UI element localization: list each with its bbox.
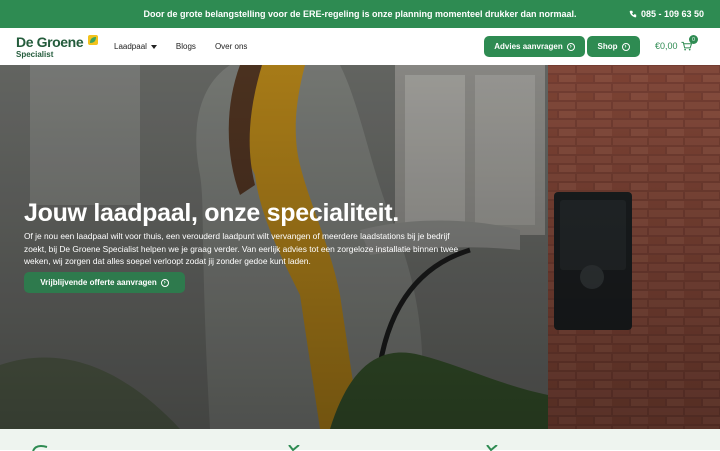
arrow-circle-icon: › bbox=[621, 42, 630, 51]
chevron-down-icon bbox=[150, 44, 157, 49]
check-icon bbox=[288, 445, 300, 451]
nav-item-label: Laadpaal bbox=[114, 42, 147, 51]
button-label: Vrijblijvende offerte aanvragen bbox=[40, 278, 157, 287]
leaf-icon bbox=[88, 35, 98, 45]
hero-section: Jouw laadpaal, onze specialiteit. Of je … bbox=[0, 65, 720, 429]
phone-link[interactable]: 085 - 109 63 50 bbox=[629, 9, 704, 19]
nav-item-label: Over ons bbox=[214, 42, 248, 51]
arrow-circle-icon: › bbox=[160, 278, 169, 287]
button-label: Shop bbox=[597, 42, 618, 51]
site-header: De Groene Specialist Laadpaal Blogs Over… bbox=[0, 28, 720, 65]
usp-strip bbox=[0, 429, 720, 451]
nav-item-over-ons[interactable]: Over ons bbox=[215, 42, 247, 51]
main-nav: Laadpaal Blogs Over ons bbox=[114, 42, 247, 51]
cart-link[interactable]: €0,00 0 bbox=[655, 35, 698, 51]
logo-text-line2: Specialist bbox=[16, 50, 54, 59]
arrow-circle-icon: › bbox=[566, 42, 575, 51]
nav-item-label: Blogs bbox=[175, 42, 196, 51]
nav-item-blogs[interactable]: Blogs bbox=[176, 42, 196, 51]
phone-number: 085 - 109 63 50 bbox=[640, 9, 704, 19]
announcement-text: Door de grote belangstelling voor de ERE… bbox=[143, 9, 577, 19]
shop-button[interactable]: Shop › bbox=[587, 36, 640, 57]
cart-count-badge: 0 bbox=[689, 35, 698, 44]
hero-description: Of je nou een laadpaal wilt voor thuis, … bbox=[24, 231, 459, 266]
phone-icon bbox=[629, 10, 637, 18]
hero-title: Jouw laadpaal, onze specialiteit. bbox=[24, 199, 399, 227]
logo-text-line1: De Groene bbox=[16, 34, 84, 50]
offerte-aanvragen-button[interactable]: Vrijblijvende offerte aanvragen › bbox=[24, 272, 185, 293]
announcement-bar: Door de grote belangstelling voor de ERE… bbox=[0, 0, 720, 28]
nav-item-laadpaal[interactable]: Laadpaal bbox=[114, 42, 157, 51]
advies-aanvragen-button[interactable]: Advies aanvragen › bbox=[484, 36, 585, 57]
check-icon bbox=[486, 445, 498, 451]
leaf-icon bbox=[32, 445, 48, 451]
cart-total: €0,00 bbox=[655, 41, 678, 51]
logo[interactable]: De Groene Specialist bbox=[16, 34, 100, 60]
button-label: Advies aanvragen bbox=[494, 42, 563, 51]
